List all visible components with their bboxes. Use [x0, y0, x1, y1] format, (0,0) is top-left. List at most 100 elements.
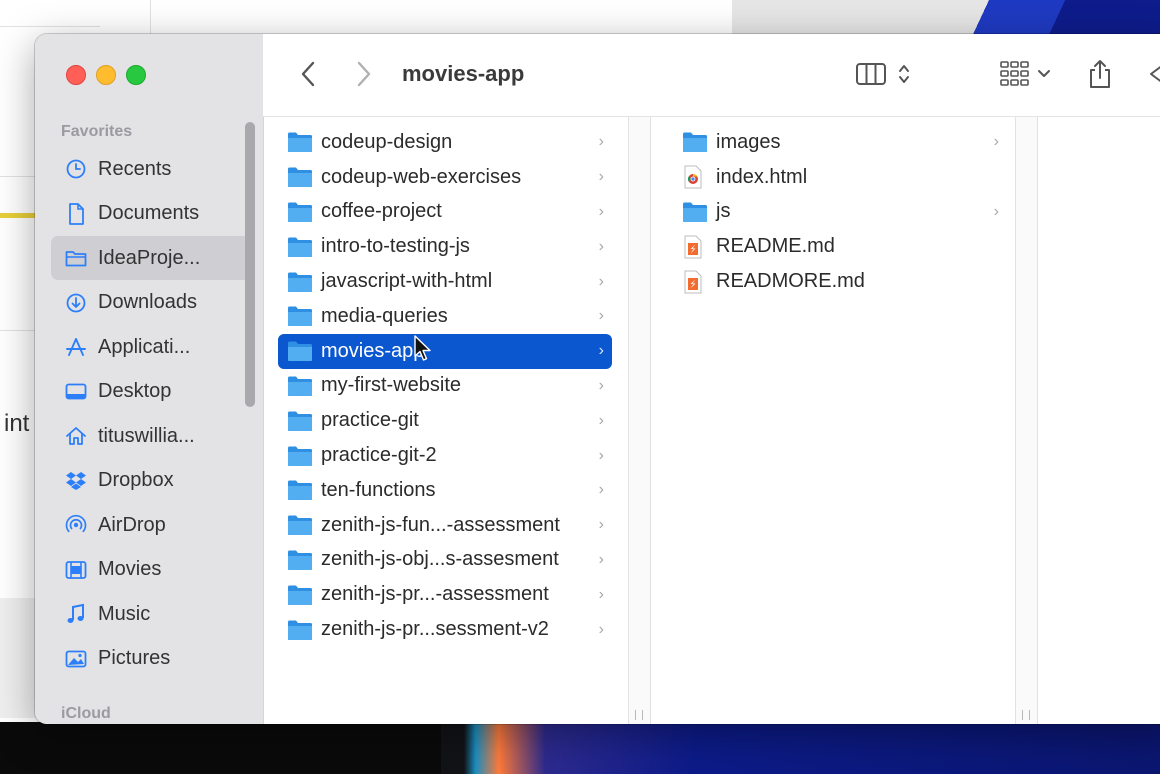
resize-grip-icon[interactable]	[635, 710, 643, 720]
back-button[interactable]	[293, 56, 323, 92]
folder-row[interactable]: js ›	[673, 195, 1007, 230]
file-row[interactable]: README.md	[673, 229, 1007, 264]
folder-icon	[287, 410, 313, 432]
folder-icon	[65, 247, 87, 269]
folder-row[interactable]: zenith-js-fun...-assessment ›	[278, 508, 612, 543]
sidebar-item-label: Recents	[98, 157, 172, 180]
minimize-button[interactable]	[96, 65, 116, 85]
applications-icon	[65, 336, 87, 358]
item-name: coffee-project	[321, 200, 442, 223]
folder-row[interactable]: movies-app ›	[278, 333, 612, 369]
sidebar-item-label: tituswillia...	[98, 424, 195, 447]
item-name: js	[716, 200, 731, 223]
column-resize-handle[interactable]	[1016, 117, 1038, 724]
desktop-icon	[65, 381, 87, 403]
resize-grip-icon[interactable]	[1022, 710, 1030, 720]
share-button[interactable]	[1083, 56, 1117, 92]
film-icon	[65, 559, 87, 581]
markdown-file-icon	[682, 270, 708, 294]
item-name: zenith-js-pr...sessment-v2	[321, 618, 549, 641]
sidebar-item-label: IdeaProje...	[98, 246, 201, 269]
close-button[interactable]	[66, 65, 86, 85]
item-name: images	[716, 130, 781, 153]
folder-row[interactable]: intro-to-testing-js ›	[278, 229, 612, 264]
folder-row[interactable]: practice-git-2 ›	[278, 438, 612, 473]
sidebar-item-label: Documents	[98, 202, 200, 224]
sidebar-item-film[interactable]: Movies	[51, 548, 251, 592]
chevron-right-icon: ›	[598, 376, 604, 394]
bg-divider	[150, 0, 151, 34]
document-icon	[65, 202, 87, 225]
chevron-right-icon: ›	[598, 585, 604, 603]
chevron-left-icon	[301, 61, 315, 87]
folder-icon	[287, 479, 313, 501]
folder-row[interactable]: codeup-design ›	[278, 125, 612, 160]
tag-icon	[1150, 66, 1160, 82]
sidebar-item-applications[interactable]: Applicati...	[51, 325, 251, 369]
column-movies-app: images › index.html js › README.md READMORE.md	[651, 117, 1016, 724]
folder-icon	[287, 305, 313, 327]
sidebar-item-label: Music	[98, 602, 151, 625]
chevron-right-icon: ›	[598, 168, 604, 186]
folder-icon	[287, 619, 313, 641]
sidebar-item-document[interactable]: Documents	[51, 192, 251, 236]
folder-row[interactable]: my-first-website ›	[278, 369, 612, 404]
sidebar-scrollbar[interactable]	[245, 122, 255, 407]
folder-row[interactable]: codeup-web-exercises ›	[278, 160, 612, 195]
column-view-icon	[856, 63, 886, 85]
chevron-right-icon: ›	[598, 411, 604, 429]
folder-icon	[287, 340, 313, 362]
folder-row[interactable]: coffee-project ›	[278, 195, 612, 230]
sidebar-item-folder[interactable]: IdeaProje...	[51, 236, 251, 280]
sidebar-item-clock[interactable]: Recents	[51, 147, 251, 191]
sidebar-item-airdrop[interactable]: AirDrop	[51, 503, 251, 547]
group-button[interactable]	[995, 56, 1055, 92]
item-name: javascript-with-html	[321, 270, 493, 293]
sidebar-item-label: Pictures	[98, 647, 171, 669]
sidebar-item-label: Applicati...	[98, 335, 191, 358]
folder-row[interactable]: practice-git ›	[278, 403, 612, 438]
folder-icon	[287, 549, 313, 571]
file-row[interactable]: READMORE.md	[673, 264, 1007, 299]
folder-row[interactable]: zenith-js-obj...s-assesment ›	[278, 543, 612, 578]
item-name: index.html	[716, 165, 808, 188]
item-name: zenith-js-pr...-assessment	[321, 583, 549, 606]
mouse-pointer-icon	[414, 335, 431, 361]
up-down-chevron-icon	[899, 65, 909, 83]
item-name: practice-git	[321, 409, 419, 432]
forward-button[interactable]	[349, 56, 379, 92]
folder-icon	[287, 131, 313, 153]
sidebar-item-music-note[interactable]: Music	[51, 592, 251, 636]
markdown-file-icon	[682, 235, 708, 259]
sidebar-item-download[interactable]: Downloads	[51, 281, 251, 325]
movies-app-contents-list: images › index.html js › README.md READMORE.md	[673, 125, 1007, 299]
chevron-right-icon: ›	[598, 272, 604, 290]
chevron-right-icon: ›	[598, 202, 604, 220]
item-name: codeup-design	[321, 130, 453, 153]
chevron-right-icon: ›	[598, 446, 604, 464]
home-icon	[65, 425, 87, 447]
airdrop-icon	[65, 514, 87, 536]
zoom-button[interactable]	[126, 65, 146, 85]
folder-row[interactable]: zenith-js-pr...-assessment ›	[278, 577, 612, 612]
view-options-button[interactable]	[848, 56, 918, 92]
tag-button[interactable]	[1145, 56, 1160, 92]
item-name: practice-git-2	[321, 444, 437, 467]
sidebar-item-label: Downloads	[98, 291, 197, 313]
item-name: media-queries	[321, 304, 448, 327]
folder-row[interactable]: ten-functions ›	[278, 473, 612, 508]
bg-progress-bar	[0, 213, 36, 218]
sidebar-item-dropbox[interactable]: Dropbox	[51, 459, 251, 503]
item-name: READMORE.md	[716, 270, 865, 293]
folder-row[interactable]: javascript-with-html ›	[278, 264, 612, 299]
sidebar-item-photo[interactable]: Pictures	[51, 637, 251, 681]
chevron-right-icon: ›	[993, 202, 999, 220]
folder-row[interactable]: zenith-js-pr...sessment-v2 ›	[278, 612, 612, 647]
file-row[interactable]: index.html	[673, 160, 1007, 195]
folder-row[interactable]: media-queries ›	[278, 299, 612, 334]
bg-divider	[0, 330, 36, 331]
column-resize-handle[interactable]	[629, 117, 651, 724]
sidebar-item-desktop[interactable]: Desktop	[51, 370, 251, 414]
folder-row[interactable]: images ›	[673, 125, 1007, 160]
sidebar-item-home[interactable]: tituswillia...	[51, 414, 251, 458]
